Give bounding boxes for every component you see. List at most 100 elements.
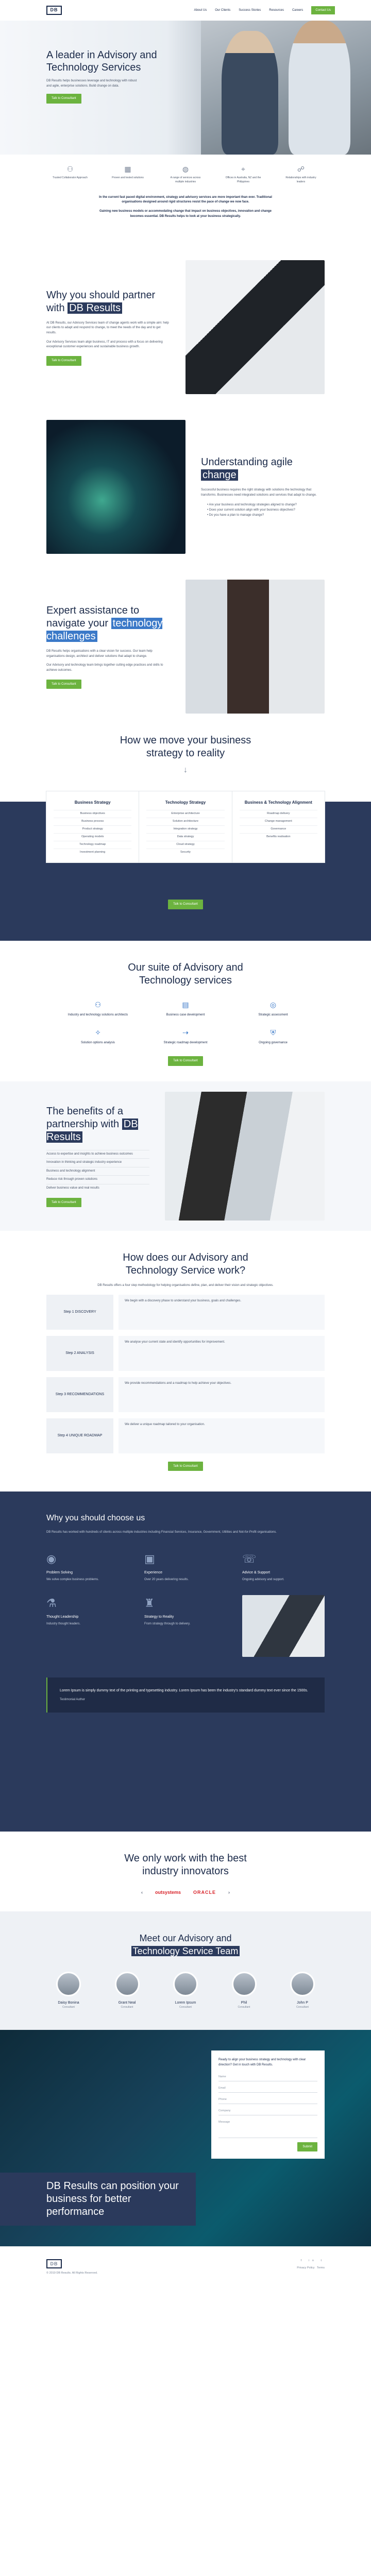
social-icons: f in t — [297, 2259, 325, 2263]
phone-field[interactable]: Phone — [218, 2095, 317, 2104]
agile-bullet: • Do you have a plan to manage change? — [207, 513, 264, 517]
feature-icons: ⚇ Trusted Collaborator Approach ▦ Proven a… — [0, 155, 371, 189]
agile-title: Understanding agile change — [201, 456, 293, 481]
benefits-cta-button[interactable]: Talk to Consultant — [46, 1197, 81, 1208]
team-member[interactable]: Daisy Bonina Consultant — [46, 1971, 91, 2009]
service-cta-button[interactable]: Talk to Consultant — [168, 1461, 203, 1471]
people-icon: ⚇ — [66, 165, 74, 173]
company-field[interactable]: Company — [218, 2106, 317, 2115]
support-icon: ☏ — [242, 1552, 257, 1566]
expert-image — [185, 580, 325, 714]
partner-cta-button[interactable]: Talk to Consultant — [46, 355, 81, 366]
intro-text: Gaining new business models or accommoda… — [99, 209, 272, 218]
hero-cta-button[interactable]: Talk to Consultant — [46, 94, 81, 104]
team-member[interactable]: Grant Neal Consultant — [105, 1971, 149, 2009]
logo[interactable]: DB — [46, 6, 62, 15]
strategy-card: Technology Strategy Enterprise architect… — [139, 791, 232, 862]
service-text: DB Results offers a four step methodolog… — [97, 1284, 274, 1287]
handshake-icon: ☍ — [297, 165, 305, 173]
service-title: How does our Advisory and Technology Ser… — [123, 1252, 248, 1277]
roadmap-icon: ⇢ — [182, 1028, 189, 1037]
privacy-link[interactable]: Privacy Policy — [297, 2266, 314, 2269]
benefit-item: Deliver business value and real results — [46, 1184, 149, 1193]
name-field[interactable]: Name — [218, 2072, 317, 2081]
linkedin-icon[interactable]: in — [309, 2259, 317, 2262]
avatar — [231, 1971, 257, 1996]
team-member[interactable]: Phil Consultant — [222, 1971, 266, 2009]
copyright: © 2019 DB Results. All Rights Reserved. — [46, 2272, 98, 2275]
why-title: Why you should choose us — [46, 1514, 145, 1523]
suite-item: ✧ Solution options analysis — [64, 1027, 131, 1045]
hero-image — [201, 0, 371, 155]
strategy-card: Business & Technology Alignment Roadmap … — [232, 791, 325, 862]
footer-logo[interactable]: DB — [46, 2259, 62, 2269]
benefit-item: Reduce risk through proven solutions — [46, 1175, 149, 1184]
strategy-icon: ♜ — [144, 1596, 155, 1609]
prev-arrow-icon[interactable]: ‹ — [141, 1889, 143, 1896]
expert-p1: DB Results helps organisations with a cl… — [46, 650, 153, 658]
nav-link-careers[interactable]: Careers — [292, 8, 303, 13]
next-arrow-icon[interactable]: › — [228, 1889, 230, 1896]
suite-cta-button[interactable]: Talk to Consultant — [168, 1056, 203, 1066]
avatar — [114, 1971, 140, 1996]
team-member[interactable]: John P Consultant — [280, 1971, 325, 2009]
message-field[interactable]: Message — [218, 2117, 317, 2138]
agile-section: Understanding agile change Successful bu… — [0, 420, 371, 554]
contact-banner: DB Results can position your business fo… — [0, 2173, 196, 2226]
top-nav: DB About Us Our Clients Success Stories … — [0, 0, 371, 21]
service-step: Step 3 RECOMMENDATIONS We provide recomme… — [46, 1377, 325, 1412]
why-item: ☏ Advice & Support Ongoing advisory and su… — [242, 1551, 325, 1583]
expert-section: Expert assistance to navigate your techn… — [0, 580, 371, 714]
facebook-icon[interactable]: f — [301, 2259, 305, 2262]
service-step: Step 2 ANALYSIS We analyse your current s… — [46, 1335, 325, 1371]
logo-oracle: ORACLE — [193, 1890, 216, 1895]
nav-link-stories[interactable]: Success Stories — [239, 8, 261, 13]
move-cta-button[interactable]: Talk to Consultant — [168, 900, 203, 910]
suite-title: Our suite of Advisory and Technology ser… — [128, 962, 243, 987]
suite-item: ▤ Business case development — [152, 999, 219, 1017]
feature-item: ☍ Relationships with industry leaders — [283, 164, 319, 184]
email-field[interactable]: Email — [218, 2083, 317, 2093]
feature-item: ▦ Proven and tested solutions — [110, 164, 146, 184]
suite-item: ⚇ Industry and technology solutions archi… — [64, 999, 131, 1017]
partner-title: Why you should partner with DB Results — [46, 289, 156, 314]
contact-button[interactable]: Contact Us — [311, 6, 335, 15]
partner-section: Why you should partner with DB Results A… — [0, 260, 371, 395]
shield-icon: ⛨ — [270, 1028, 276, 1037]
check-circle-icon: ◉ — [46, 1552, 57, 1566]
strategy-cards: Business Strategy Business objectives Bus… — [46, 791, 325, 862]
arrow-down-icon: ↓ — [183, 766, 188, 775]
footer: DB © 2019 DB Results. All Rights Reserve… — [0, 2246, 371, 2293]
strategy-card: Business Strategy Business objectives Bus… — [46, 791, 140, 862]
expert-title: Expert assistance to navigate your techn… — [46, 605, 163, 642]
submit-button[interactable]: Submit — [297, 2142, 317, 2152]
hero-text: DB Results helps businesses leverage and… — [46, 79, 137, 88]
feature-item: ⚇ Trusted Collaborator Approach — [53, 165, 88, 180]
logo-outsystems: outsystems — [155, 1890, 181, 1895]
why-item: ▣ Experience Over 20 years delivering resu… — [144, 1551, 227, 1583]
agile-bullet: • Does your current solution align with … — [207, 508, 295, 512]
benefit-item: Innovation in thinking and strategic ind… — [46, 1158, 149, 1167]
team-member[interactable]: Lorem Ipsum Consultant — [163, 1971, 208, 2009]
benefit-item: Access to expertise and insights to achi… — [46, 1149, 149, 1159]
expert-cta-button[interactable]: Talk to Consultant — [46, 679, 81, 689]
benefits-image — [165, 1092, 325, 1221]
why-item: ♜ Strategy to Reality From strategy throug… — [144, 1595, 227, 1657]
innovators-title: We only work with the best industry inno… — [124, 1853, 247, 1877]
nav-link-about[interactable]: About Us — [194, 8, 207, 13]
nav-link-resources[interactable]: Resources — [269, 8, 284, 13]
avatar — [173, 1971, 198, 1996]
terms-link[interactable]: Terms — [317, 2266, 325, 2269]
service-section: How does our Advisory and Technology Ser… — [0, 1231, 371, 1492]
avatar — [290, 1971, 315, 1996]
suite-item: ⇢ Strategic roadmap development — [152, 1027, 219, 1045]
move-section: How we move your business strategy to re… — [0, 714, 371, 941]
partner-image — [185, 260, 325, 395]
target-icon: ◎ — [269, 1001, 277, 1009]
briefcase-icon: ▣ — [144, 1552, 155, 1566]
partner-p1: At DB Results, our Advisory Services tea… — [46, 321, 169, 335]
service-step: Step 4 UNIQUE ROADMAP We deliver a unique… — [46, 1418, 325, 1453]
twitter-icon[interactable]: t — [321, 2259, 325, 2262]
why-item: ⚗ Thought Leadership Industry thought lead… — [46, 1595, 129, 1657]
nav-link-clients[interactable]: Our Clients — [215, 8, 230, 13]
